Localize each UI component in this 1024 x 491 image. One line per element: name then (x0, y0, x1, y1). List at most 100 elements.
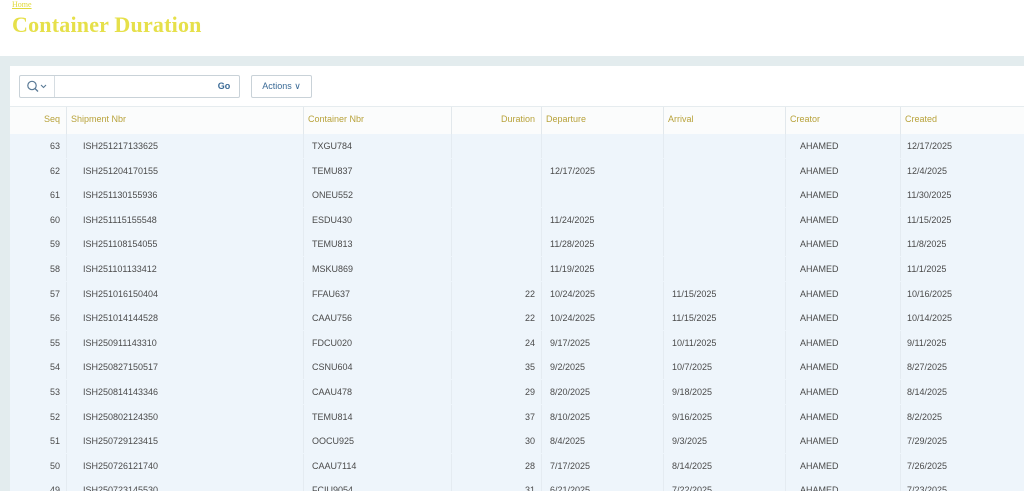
cell-seq: 59 (49, 239, 60, 250)
cell-seq: 63 (49, 141, 60, 151)
cell-created: 10/14/2025 (900, 306, 1024, 331)
cell-seq: 51 (49, 436, 60, 447)
column-header-duration[interactable]: Duration (451, 107, 539, 134)
cell-shipment-nbr: ISH251108154055 (66, 232, 302, 257)
cell-arrival: 9/16/2025 (663, 404, 783, 429)
cell-container-nbr: MSKU869 (303, 257, 450, 281)
cell-seq: 56 (49, 313, 60, 324)
cell-duration: 35 (451, 355, 539, 380)
report-panel: Go Actions ∨ Seq Shipment Nbr Container … (10, 66, 1024, 491)
cell-container-nbr: ONEU552 (303, 183, 450, 208)
cell-duration (451, 183, 539, 208)
cell-creator: AHAMED (785, 404, 899, 429)
column-header-created[interactable]: Created (900, 107, 1024, 134)
cell-duration (451, 207, 539, 232)
cell-container-nbr: ESDU430 (303, 207, 450, 232)
cell-arrival: 10/11/2025 (663, 330, 783, 355)
cell-duration: 28 (451, 453, 539, 478)
cell-duration (451, 134, 539, 158)
table-row[interactable]: 62 ISH251204170155 TEMU837 12/17/2025 AHAMED… (10, 158, 1024, 185)
cell-creator: AHAMED (785, 281, 899, 306)
cell-shipment-nbr: ISH250814143346 (66, 380, 302, 404)
cell-shipment-nbr: ISH251014144528 (66, 306, 302, 331)
column-header-creator[interactable]: Creator (785, 107, 899, 134)
cell-container-nbr: FCIU9054 (303, 478, 450, 491)
cell-seq: 55 (49, 337, 60, 348)
cell-created: 11/8/2025 (900, 232, 1024, 257)
cell-created: 11/30/2025 (900, 183, 1024, 208)
cell-duration (451, 257, 539, 281)
search-icon (27, 80, 47, 92)
table-row[interactable]: 63 ISH251217133625 TXGU784 AHAMED 12/17/2025 (10, 134, 1024, 160)
cell-container-nbr: TXGU784 (303, 134, 450, 158)
cell-shipment-nbr: ISH250802124350 (66, 404, 302, 429)
cell-departure: 9/17/2025 (541, 330, 661, 355)
cell-seq: 58 (49, 264, 60, 274)
table-row[interactable]: 58 ISH251101133412 MSKU869 11/19/2025 AHAMED… (10, 257, 1024, 283)
cell-creator: AHAMED (785, 380, 899, 404)
table-row[interactable]: 57 ISH251016150404 FFAU637 22 10/24/2025 11/1… (10, 281, 1024, 308)
cell-departure: 11/28/2025 (541, 232, 661, 257)
table-row[interactable]: 54 ISH250827150517 CSNU604 35 9/2/2025 10/7/2… (10, 355, 1024, 381)
cell-creator: AHAMED (785, 478, 899, 491)
cell-duration: 30 (451, 429, 539, 454)
table-row[interactable]: 53 ISH250814143346 CAAU478 29 8/20/2025 9/18/… (10, 380, 1024, 406)
search-input[interactable] (56, 77, 210, 98)
cell-created: 9/11/2025 (900, 330, 1024, 355)
table-row[interactable]: 50 ISH250726121740 CAAU7114 28 7/17/2025 8/14… (10, 453, 1024, 480)
table-row[interactable]: 56 ISH251014144528 CAAU756 22 10/24/2025 11/1… (10, 306, 1024, 332)
cell-departure: 12/17/2025 (541, 158, 661, 183)
cell-creator: AHAMED (785, 355, 899, 380)
cell-creator: AHAMED (785, 429, 899, 454)
chevron-down-icon (40, 84, 47, 89)
table-row[interactable]: 51 ISH250729123415 OOCU925 30 8/4/2025 9/3/20… (10, 429, 1024, 455)
cell-duration: 31 (451, 478, 539, 491)
cell-creator: AHAMED (785, 134, 899, 158)
column-header-container-nbr[interactable]: Container Nbr (303, 107, 450, 134)
cell-created: 7/29/2025 (900, 429, 1024, 454)
cell-arrival: 9/3/2025 (663, 429, 783, 454)
cell-seq: 54 (49, 362, 60, 373)
cell-arrival: 9/18/2025 (663, 380, 783, 404)
actions-menu-button[interactable]: Actions ∨ (251, 75, 312, 98)
cell-container-nbr: CAAU478 (303, 380, 450, 404)
cell-container-nbr: CAAU756 (303, 306, 450, 331)
go-button[interactable]: Go (209, 76, 239, 97)
column-header-seq[interactable]: Seq (10, 107, 64, 134)
search-column-selector[interactable] (20, 76, 55, 97)
cell-departure (541, 183, 661, 208)
cell-seq: 53 (49, 387, 60, 397)
cell-arrival (663, 257, 783, 281)
cell-departure: 11/24/2025 (541, 207, 661, 232)
column-header-arrival[interactable]: Arrival (663, 107, 783, 134)
column-header-shipment-nbr[interactable]: Shipment Nbr (66, 107, 302, 134)
cell-duration: 22 (451, 281, 539, 306)
cell-departure: 8/10/2025 (541, 404, 661, 429)
table-row[interactable]: 55 ISH250911143310 FDCU020 24 9/17/2025 10/11… (10, 330, 1024, 357)
cell-departure: 8/20/2025 (541, 380, 661, 404)
table-row[interactable]: 49 ISH250723145530 FCIU9054 31 6/21/2025 7/22… (10, 478, 1024, 491)
cell-shipment-nbr: ISH250729123415 (66, 429, 302, 454)
column-header-departure[interactable]: Departure (541, 107, 661, 134)
cell-created: 7/23/2025 (900, 478, 1024, 491)
cell-creator: AHAMED (785, 257, 899, 281)
cell-shipment-nbr: ISH251217133625 (66, 134, 302, 158)
cell-creator: AHAMED (785, 453, 899, 478)
cell-departure: 11/19/2025 (541, 257, 661, 281)
cell-created: 11/1/2025 (900, 257, 1024, 281)
cell-creator: AHAMED (785, 183, 899, 208)
table-row[interactable]: 52 ISH250802124350 TEMU814 37 8/10/2025 9/16/… (10, 404, 1024, 431)
breadcrumb-home[interactable]: Home (12, 0, 32, 9)
table-row[interactable]: 60 ISH251115155548 ESDU430 11/24/2025 AHAMED… (10, 207, 1024, 234)
cell-arrival: 7/22/2025 (663, 478, 783, 491)
cell-seq: 62 (49, 165, 60, 176)
cell-departure: 9/2/2025 (541, 355, 661, 380)
cell-container-nbr: FFAU637 (303, 281, 450, 306)
table-row[interactable]: 59 ISH251108154055 TEMU813 11/28/2025 AHAMED… (10, 232, 1024, 258)
table-row[interactable]: 61 ISH251130155936 ONEU552 AHAMED 11/30/2025 (10, 183, 1024, 209)
cell-seq: 52 (49, 411, 60, 422)
cell-shipment-nbr: ISH251101133412 (66, 257, 302, 281)
cell-container-nbr: CAAU7114 (303, 453, 450, 478)
cell-shipment-nbr: ISH251130155936 (66, 183, 302, 208)
cell-arrival (663, 207, 783, 232)
